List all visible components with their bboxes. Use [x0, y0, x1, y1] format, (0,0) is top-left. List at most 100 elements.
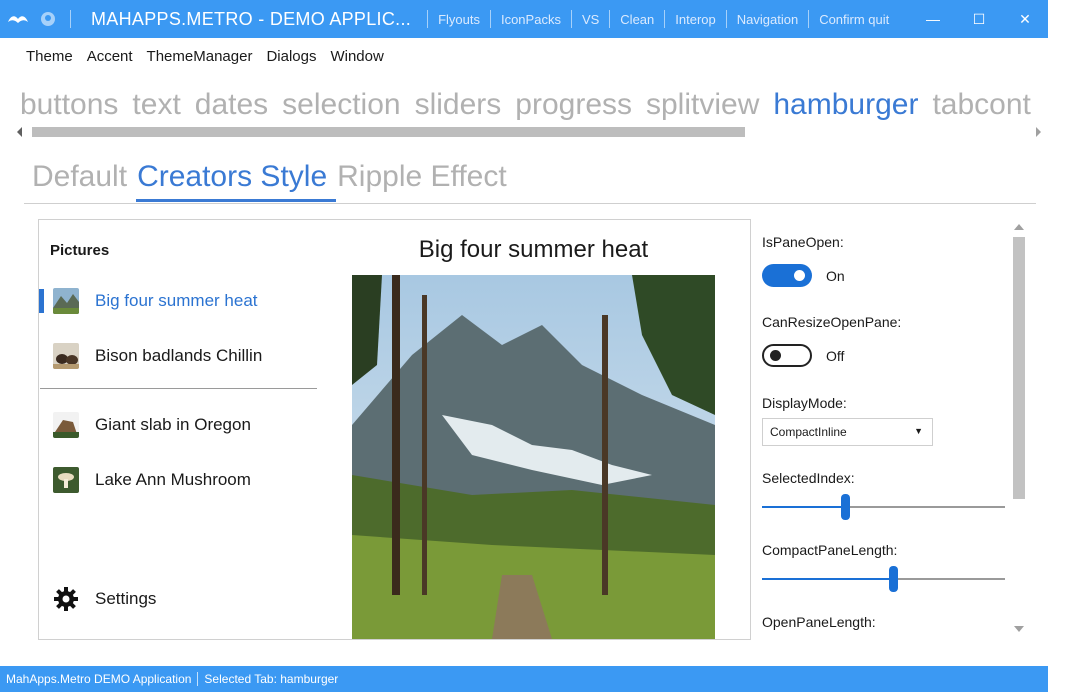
- pane-divider: [40, 388, 317, 389]
- tab-dates[interactable]: dates: [195, 88, 268, 121]
- confirm-quit-button[interactable]: Confirm quit: [815, 12, 893, 27]
- maximize-button[interactable]: ☐: [956, 0, 1002, 38]
- rock-thumbnail-icon: [53, 412, 79, 438]
- tab-creators-style[interactable]: Creators Style: [137, 160, 327, 193]
- menu-thememanager[interactable]: ThemeManager: [147, 48, 253, 70]
- selected-index-label: SelectedIndex:: [762, 470, 855, 486]
- toggle-knob: [770, 350, 781, 361]
- scroll-down-arrow-icon[interactable]: [1013, 625, 1025, 633]
- title-separator: [70, 10, 71, 28]
- settings-item[interactable]: Settings: [53, 586, 156, 612]
- status-app-name: MahApps.Metro DEMO Application: [6, 672, 192, 686]
- tab-sliders[interactable]: sliders: [415, 88, 502, 121]
- iconpacks-button[interactable]: IconPacks: [497, 12, 565, 27]
- mushroom-thumbnail-icon: [53, 467, 79, 493]
- window-title: MAHAPPS.METRO - DEMO APPLIC...: [91, 8, 412, 29]
- dropdown-arrow-icon: ▼: [914, 426, 923, 436]
- scroll-up-arrow-icon[interactable]: [1013, 223, 1025, 231]
- menu-dialogs[interactable]: Dialogs: [266, 48, 316, 70]
- navigation-button[interactable]: Navigation: [733, 12, 802, 27]
- sub-tab-strip: Default Creators Style Ripple Effect: [32, 160, 517, 194]
- menu-window[interactable]: Window: [330, 48, 383, 70]
- menu-item-label: Bison badlands Chillin: [95, 346, 263, 365]
- command-separator: [664, 10, 666, 28]
- tab-tabcontrol[interactable]: tabcont: [932, 88, 1030, 121]
- command-separator: [489, 10, 491, 28]
- tabs-horizontal-scrollbar[interactable]: [16, 125, 1046, 139]
- menu-item-big-four[interactable]: Big four summer heat: [39, 283, 317, 319]
- tab-text[interactable]: text: [132, 88, 180, 121]
- settings-label: Settings: [95, 589, 157, 608]
- vs-button[interactable]: VS: [578, 12, 603, 27]
- command-separator: [609, 10, 611, 28]
- menu-bar: Theme Accent ThemeManager Dialogs Window: [0, 48, 384, 70]
- interop-button[interactable]: Interop: [671, 12, 719, 27]
- tab-default[interactable]: Default: [32, 160, 127, 193]
- bison-thumbnail-icon: [53, 343, 79, 369]
- selected-index-slider[interactable]: [762, 493, 1005, 521]
- is-pane-open-toggle[interactable]: [762, 264, 812, 287]
- pane-header: Pictures: [50, 242, 110, 259]
- active-subtab-underline: [136, 199, 336, 202]
- horizontal-scroll-thumb[interactable]: [32, 127, 745, 137]
- compact-pane-length-slider[interactable]: [762, 565, 1005, 593]
- slider-thumb[interactable]: [889, 566, 898, 592]
- status-bar: MahApps.Metro DEMO Application Selected …: [0, 666, 1048, 692]
- main-tab-strip: buttons text dates selection sliders progress…: [20, 88, 1045, 122]
- vertical-scroll-thumb[interactable]: [1013, 237, 1025, 499]
- menu-theme[interactable]: Theme: [26, 48, 73, 70]
- scroll-right-arrow-icon[interactable]: [1034, 126, 1042, 138]
- display-mode-value: CompactInline: [770, 425, 847, 439]
- scroll-left-arrow-icon[interactable]: [16, 126, 24, 138]
- menu-item-label: Big four summer heat: [95, 291, 258, 310]
- toggle-knob: [794, 270, 805, 281]
- slider-thumb[interactable]: [841, 494, 850, 520]
- properties-vertical-scrollbar[interactable]: [1010, 219, 1030, 639]
- menu-item-lake-ann[interactable]: Lake Ann Mushroom: [39, 462, 317, 498]
- selection-indicator: [39, 289, 44, 313]
- command-separator: [570, 10, 572, 28]
- slider-track: [893, 578, 1005, 580]
- menu-item-giant-slab[interactable]: Giant slab in Oregon: [39, 407, 317, 443]
- slider-track-fill: [762, 506, 845, 508]
- menu-item-label: Lake Ann Mushroom: [95, 470, 251, 489]
- tab-hamburger[interactable]: hamburger: [773, 88, 918, 121]
- gear-icon: [54, 587, 78, 611]
- menu-item-bison[interactable]: Bison badlands Chillin: [39, 338, 317, 374]
- is-pane-open-label: IsPaneOpen:: [762, 234, 844, 250]
- app-window: MAHAPPS.METRO - DEMO APPLIC... Flyouts I…: [0, 0, 1048, 692]
- tab-buttons[interactable]: buttons: [20, 88, 118, 121]
- hamburger-menu-control: Pictures Big four summer heat Bison badl…: [38, 219, 751, 640]
- open-pane-length-label: OpenPaneLength:: [762, 614, 876, 630]
- mountain-thumbnail-icon: [53, 288, 79, 314]
- status-selected-tab: Selected Tab: hamburger: [204, 672, 339, 686]
- flyouts-button[interactable]: Flyouts: [434, 12, 484, 27]
- command-separator: [808, 10, 810, 28]
- clean-button[interactable]: Clean: [616, 12, 658, 27]
- can-resize-open-pane-state: Off: [826, 348, 845, 364]
- slider-track: [845, 506, 1005, 508]
- can-resize-open-pane-label: CanResizeOpenPane:: [762, 314, 902, 330]
- status-separator: [197, 672, 199, 686]
- tab-selection[interactable]: selection: [282, 88, 400, 121]
- is-pane-open-state: On: [826, 268, 845, 284]
- title-separator: [427, 10, 429, 28]
- github-icon[interactable]: [36, 0, 60, 38]
- menu-item-label: Giant slab in Oregon: [95, 415, 251, 434]
- tab-progress[interactable]: progress: [515, 88, 632, 121]
- close-button[interactable]: ✕: [1002, 0, 1048, 38]
- tab-splitview[interactable]: splitview: [646, 88, 759, 121]
- picture-title: Big four summer heat: [418, 236, 649, 263]
- landscape-photo: [352, 275, 715, 639]
- tab-ripple-effect[interactable]: Ripple Effect: [337, 160, 507, 193]
- mustache-logo-icon: [0, 0, 36, 38]
- window-controls: — ☐ ✕: [910, 0, 1048, 38]
- command-separator: [725, 10, 727, 28]
- slider-track-fill: [762, 578, 893, 580]
- title-bar[interactable]: MAHAPPS.METRO - DEMO APPLIC... Flyouts I…: [0, 0, 1048, 38]
- menu-accent[interactable]: Accent: [87, 48, 133, 70]
- minimize-button[interactable]: —: [910, 0, 956, 38]
- subtab-divider: [24, 203, 1036, 204]
- display-mode-combobox[interactable]: CompactInline ▼: [762, 418, 933, 446]
- can-resize-open-pane-toggle[interactable]: [762, 344, 812, 367]
